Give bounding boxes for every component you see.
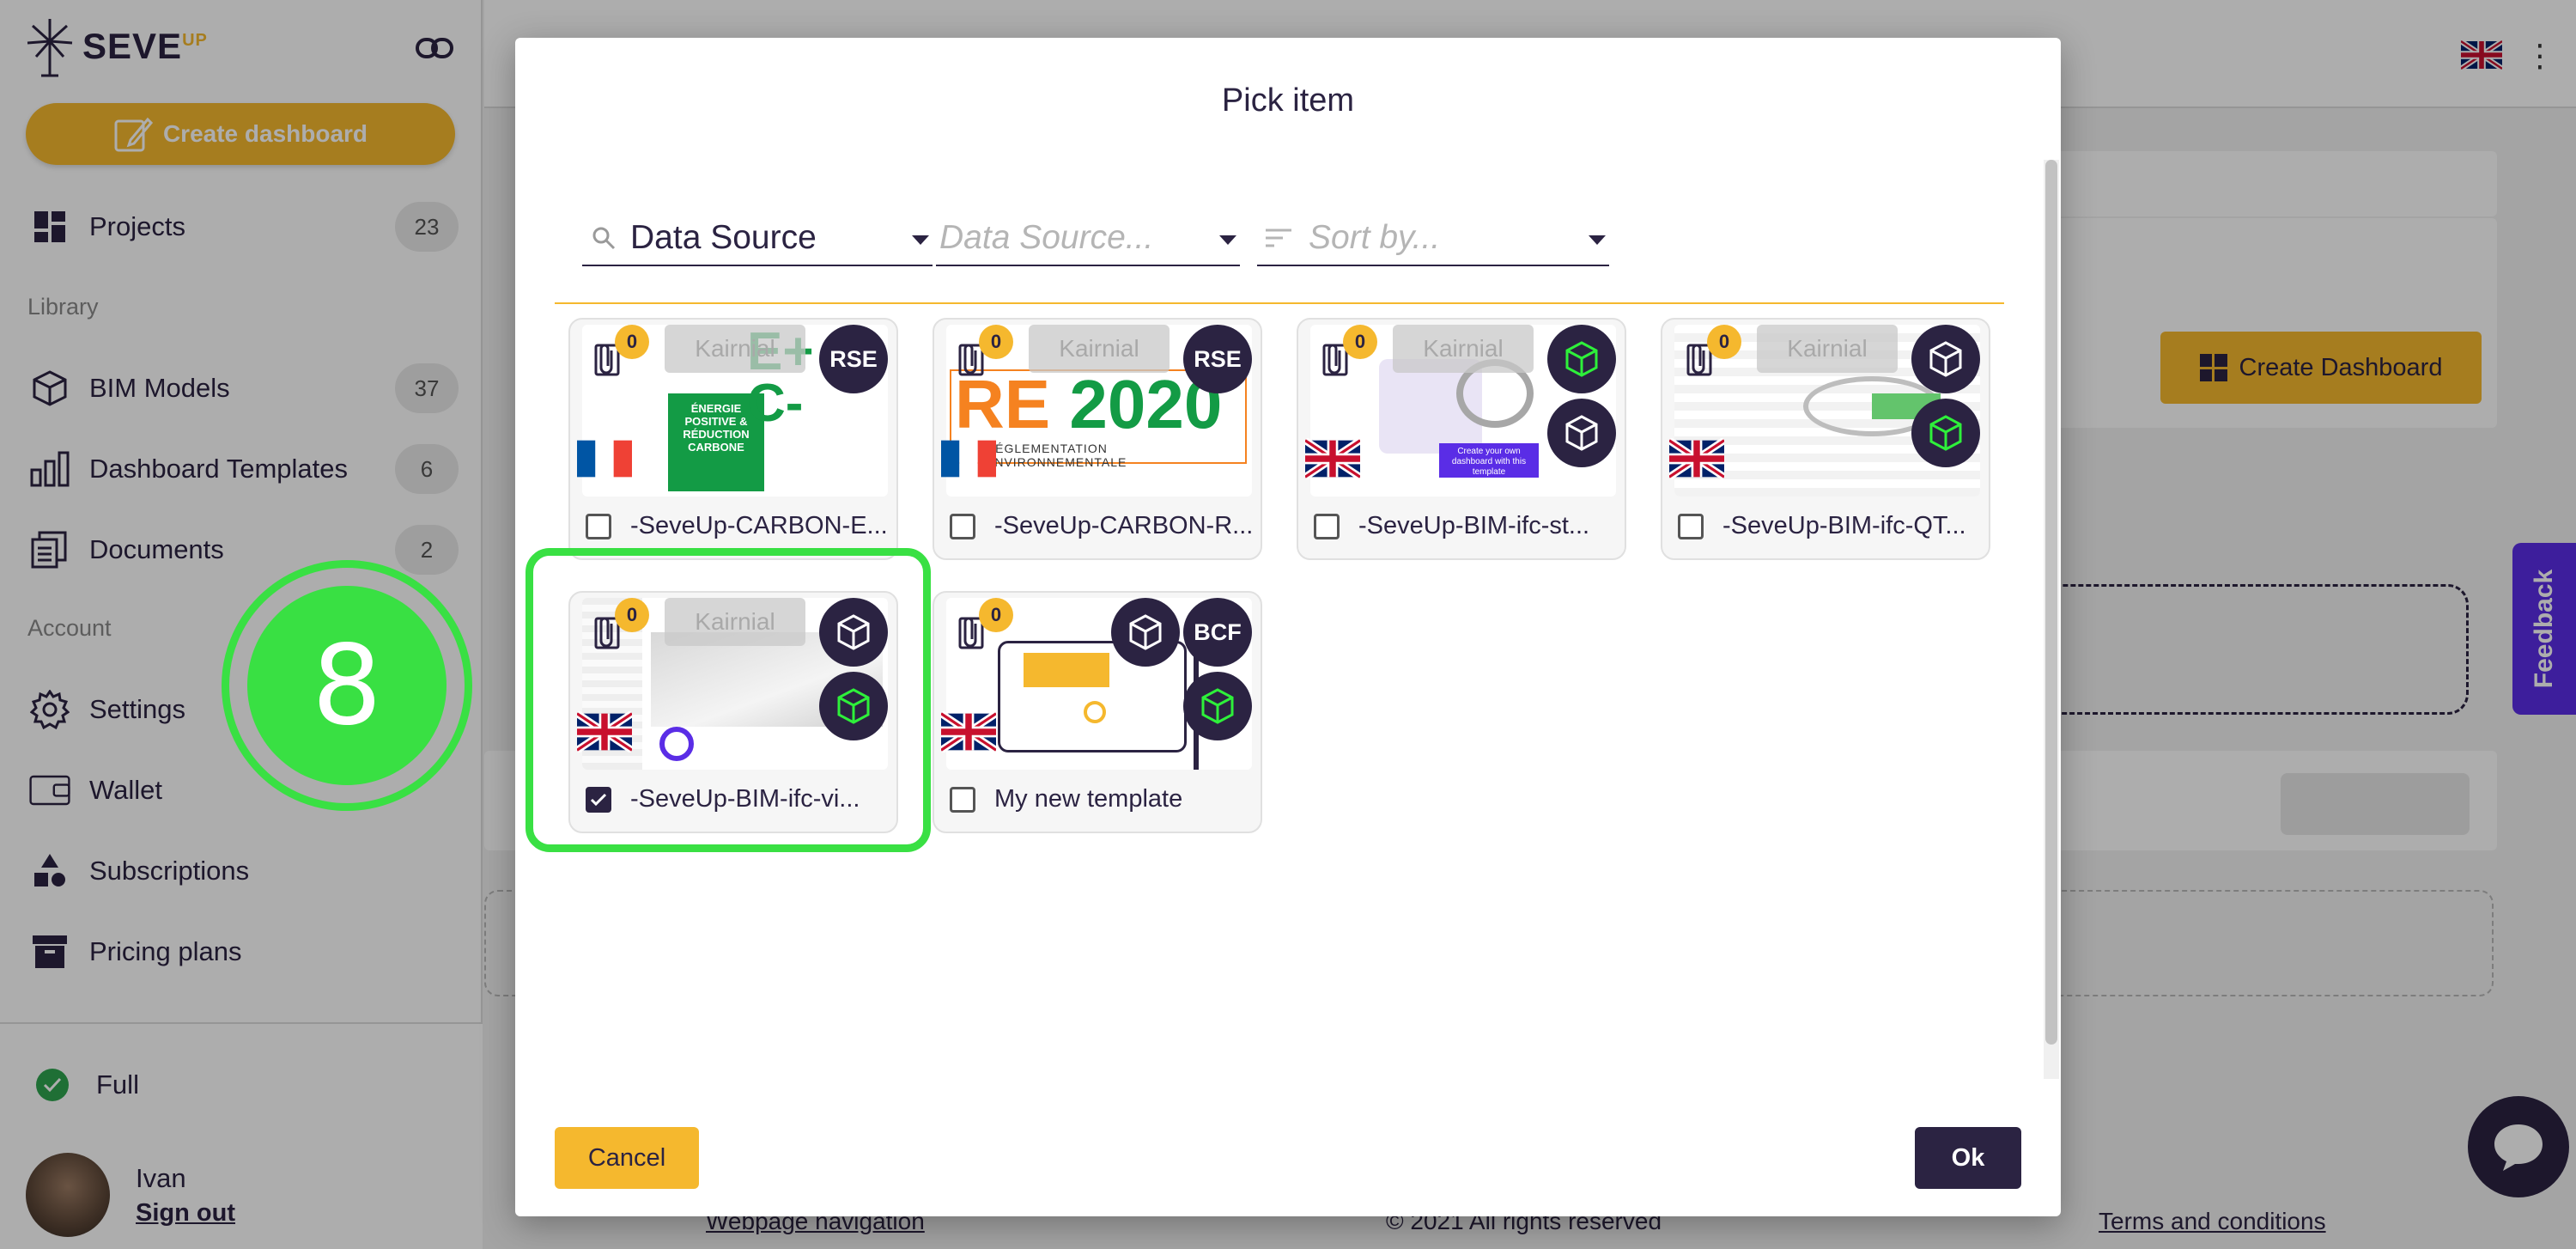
template-card[interactable]: 0 BCF My new template: [933, 591, 1262, 833]
data-source-select[interactable]: Data Source...: [936, 211, 1240, 266]
provider-label: Kairnial: [1393, 325, 1534, 373]
step-number: 8: [247, 586, 447, 785]
data-source-search[interactable]: Data Source: [582, 211, 933, 266]
france-flag-icon: [577, 438, 632, 479]
step-marker: 8: [222, 560, 472, 811]
chevron-down-icon[interactable]: [1589, 235, 1606, 245]
cube-icon: [1911, 325, 1980, 393]
template-card[interactable]: RE 2020 RÉGLEMENTATION ENVIRONNEMENTALE …: [933, 318, 1262, 560]
card-label: -SeveUp-BIM-ifc-QT...: [1722, 512, 1966, 539]
attachment-count-badge: 0: [1707, 325, 1741, 359]
template-card[interactable]: Create your own dashboard with this temp…: [1297, 318, 1626, 560]
uk-flag-icon: [1667, 437, 1727, 480]
rse-badge: RSE: [1183, 325, 1252, 393]
select-placeholder: Data Source...: [939, 219, 1154, 256]
search-value: Data Source: [630, 219, 817, 256]
template-card[interactable]: 0 Kairnial -SeveUp-BIM-ifc-QT...: [1661, 318, 1990, 560]
select-checkbox[interactable]: [1678, 513, 1704, 539]
card-label-row: -SeveUp-BIM-ifc-QT...: [1678, 512, 1966, 540]
cancel-button[interactable]: Cancel: [555, 1127, 699, 1189]
3d-model-icon: [1183, 672, 1252, 740]
select-checkbox[interactable]: [1314, 513, 1340, 539]
cube-icon: [1111, 598, 1180, 667]
select-checkbox[interactable]: [950, 786, 975, 813]
3d-model-icon: [1547, 325, 1616, 393]
cube-icon: [1547, 399, 1616, 467]
uk-flag-icon: [939, 710, 999, 753]
sort-icon: [1266, 228, 1291, 247]
selection-highlight-frame: [526, 548, 931, 852]
thumbnail-caption: Create your own dashboard with this temp…: [1439, 443, 1539, 478]
card-label-row: -SeveUp-CARBON-R...: [950, 512, 1253, 540]
filter-bar: Data Source Data Source... Sort by...: [555, 182, 2004, 304]
thumbnail-caption: RÉGLEMENTATION ENVIRONNEMENTALE: [986, 442, 1127, 469]
provider-label: Kairnial: [665, 325, 805, 373]
card-label-row: -SeveUp-BIM-ifc-st...: [1314, 512, 1589, 540]
select-placeholder: Sort by...: [1309, 219, 1441, 256]
card-label-row: My new template: [950, 785, 1182, 813]
ok-button[interactable]: Ok: [1915, 1127, 2021, 1189]
select-checkbox[interactable]: [950, 513, 975, 539]
chevron-down-icon[interactable]: [912, 235, 929, 245]
france-flag-icon: [941, 438, 996, 479]
provider-label: Kairnial: [1029, 325, 1170, 373]
dialog-title: Pick item: [1221, 82, 1355, 119]
card-label: -SeveUp-BIM-ifc-st...: [1358, 512, 1590, 539]
attachment-count-badge: 0: [1343, 325, 1377, 359]
bcf-badge: BCF: [1183, 598, 1252, 667]
attachment-count-badge: 0: [615, 325, 649, 359]
select-checkbox[interactable]: [586, 513, 611, 539]
dialog-scrollbar[interactable]: [2044, 160, 2059, 1079]
uk-flag-icon: [1303, 437, 1363, 480]
card-label: My new template: [994, 785, 1183, 813]
card-label-row: -SeveUp-CARBON-E...: [586, 512, 888, 540]
3d-model-icon: [1911, 399, 1980, 467]
template-card[interactable]: ÉNERGIE POSITIVE & RÉDUCTION CARBONE E+ …: [568, 318, 898, 560]
scrollbar-thumb[interactable]: [2045, 160, 2057, 1045]
card-label: -SeveUp-CARBON-R...: [994, 512, 1254, 539]
card-label: -SeveUp-CARBON-E...: [630, 512, 888, 539]
attachment-count-badge: 0: [979, 325, 1013, 359]
search-icon: [592, 227, 616, 250]
provider-label: Kairnial: [1757, 325, 1898, 373]
attachment-count-badge: 0: [979, 598, 1013, 632]
chevron-down-icon[interactable]: [1219, 235, 1236, 245]
rse-badge: RSE: [819, 325, 888, 393]
sort-by-select[interactable]: Sort by...: [1257, 211, 1609, 266]
